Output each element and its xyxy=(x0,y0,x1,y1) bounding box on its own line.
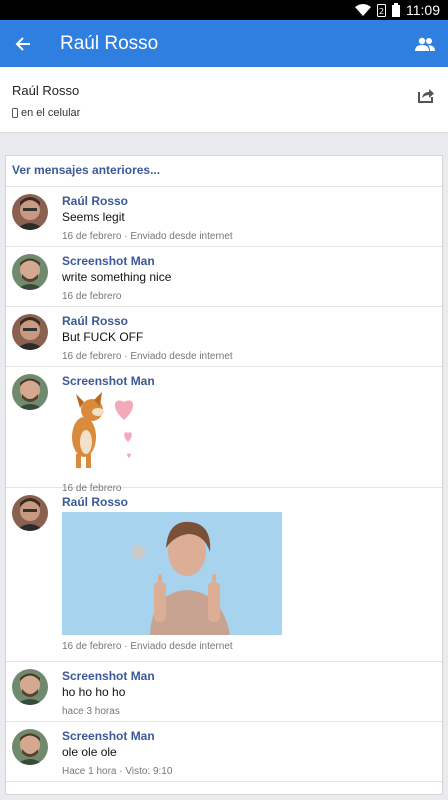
share-icon xyxy=(418,89,434,103)
message-meta: hace 3 horas xyxy=(62,706,120,717)
message-sender[interactable]: Raúl Rosso xyxy=(62,194,442,209)
message-text: But FUCK OFF xyxy=(62,330,144,344)
message-item: Screenshot Man write something nice 16 d… xyxy=(6,247,442,307)
message-text: ole ole ole xyxy=(62,745,117,759)
message-sender[interactable]: Raúl Rosso xyxy=(62,495,442,510)
svg-text:2: 2 xyxy=(379,7,384,16)
gif-image[interactable] xyxy=(62,512,282,635)
page-title: Raúl Rosso xyxy=(60,32,159,54)
profile-name: Raúl Rosso xyxy=(12,83,80,98)
profile-header: Raúl Rosso en el celular xyxy=(0,67,448,133)
arrow-left-icon xyxy=(15,36,30,51)
older-messages-link[interactable]: Ver mensajes anteriores... xyxy=(6,156,442,187)
message-meta: 16 de febrero · Enviado desde internet xyxy=(62,641,233,652)
avatar[interactable] xyxy=(12,314,48,350)
share-button[interactable] xyxy=(417,87,435,108)
message-item: Screenshot Man ole ole ole Hace 1 hora ·… xyxy=(6,722,442,782)
people-button[interactable] xyxy=(410,20,440,67)
status-bar: 2 11:09 xyxy=(0,0,448,20)
avatar[interactable] xyxy=(12,669,48,705)
message-meta: 16 de febrero xyxy=(62,291,122,302)
message-sender[interactable]: Raúl Rosso xyxy=(62,314,442,329)
avatar[interactable] xyxy=(12,374,48,410)
message-thread: Ver mensajes anteriores... Raúl Rosso Se… xyxy=(5,155,443,795)
back-button[interactable] xyxy=(0,20,46,67)
message-text: ho ho ho ho xyxy=(62,685,126,699)
message-meta: 16 de febrero · Enviado desde internet xyxy=(62,351,233,362)
avatar[interactable] xyxy=(12,254,48,290)
message-sender[interactable]: Screenshot Man xyxy=(62,254,442,269)
avatar[interactable] xyxy=(12,729,48,765)
message-meta: Hace 1 hora · Visto: 9:10 xyxy=(62,766,173,777)
message-sender[interactable]: Screenshot Man xyxy=(62,374,442,389)
message-item: Raúl Rosso But FUCK OFF 16 de febrero · … xyxy=(6,307,442,367)
presence-status: en el celular xyxy=(12,107,80,119)
message-item: Raúl Rosso 16 de febrero · Enviado desde… xyxy=(6,488,442,662)
dog-hearts-sticker[interactable] xyxy=(62,392,152,472)
message-text: write something nice xyxy=(62,270,172,284)
avatar[interactable] xyxy=(12,194,48,230)
clock: 11:09 xyxy=(406,2,440,18)
battery-icon xyxy=(392,3,400,17)
message-text: Seems legit xyxy=(62,210,125,224)
message-meta: 16 de febrero · Enviado desde internet xyxy=(62,231,233,242)
message-sender[interactable]: Screenshot Man xyxy=(62,669,442,684)
message-item: Screenshot Man ho ho ho ho hace 3 horas xyxy=(6,662,442,722)
app-bar: Raúl Rosso xyxy=(0,20,448,67)
phone-icon xyxy=(12,108,18,118)
wifi-icon xyxy=(355,4,371,16)
message-item: Raúl Rosso Seems legit 16 de febrero · E… xyxy=(6,187,442,247)
message-item: Screenshot Man 16 de febrero xyxy=(6,367,442,494)
avatar[interactable] xyxy=(12,495,48,531)
sim-icon: 2 xyxy=(377,3,386,17)
presence-label: en el celular xyxy=(21,107,81,119)
people-icon xyxy=(415,37,435,51)
message-sender[interactable]: Screenshot Man xyxy=(62,729,442,744)
